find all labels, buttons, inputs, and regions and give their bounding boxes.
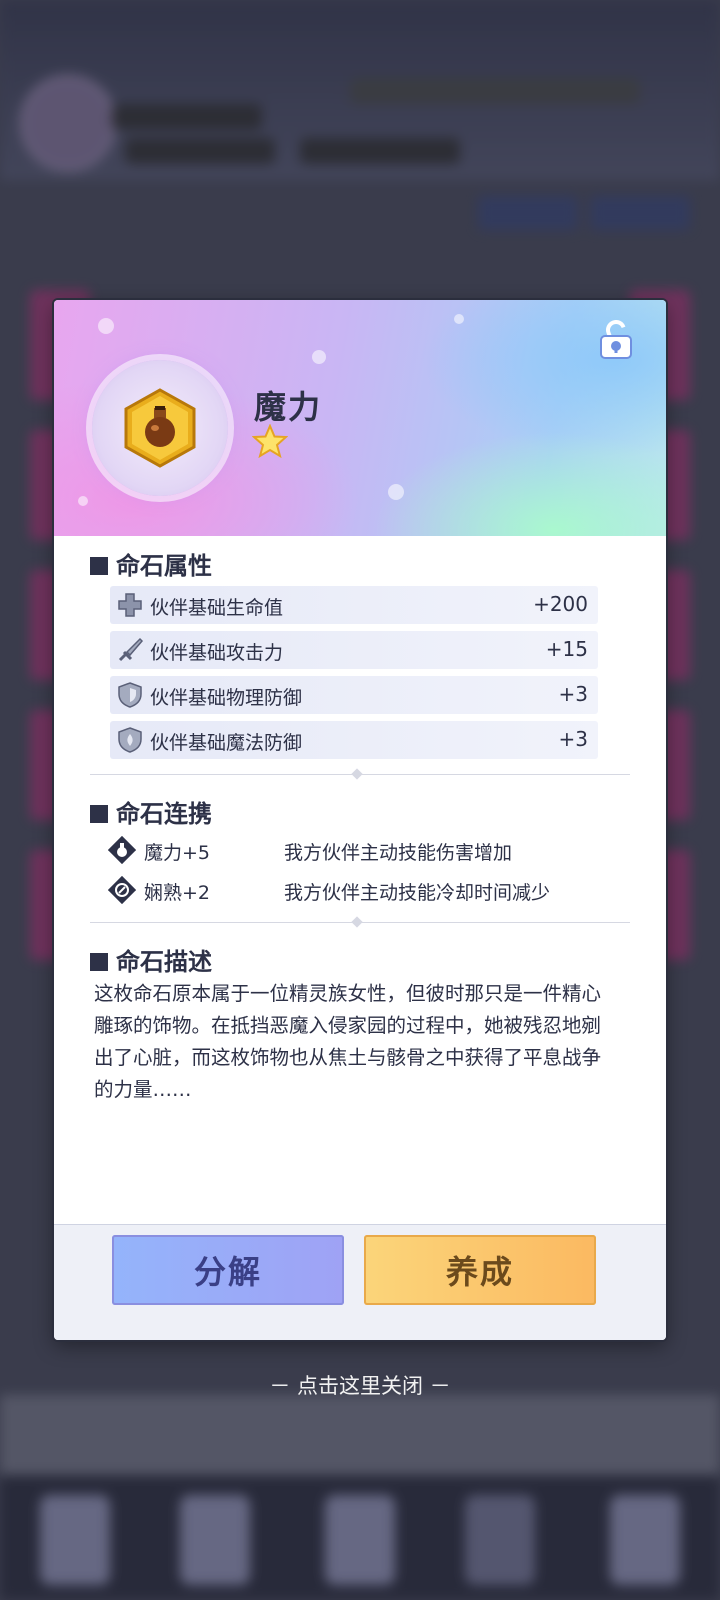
link-row: 娴熟+2 我方伙伴主动技能冷却时间减少 (108, 876, 628, 906)
attribute-value: +200 (533, 592, 588, 616)
attribute-row: 伙伴基础生命值 +200 (110, 586, 598, 624)
decoration-bubble (388, 484, 404, 500)
attribute-value: +3 (558, 682, 588, 706)
background-chip (478, 196, 578, 230)
dialog-footer: 分解 养成 (54, 1224, 666, 1340)
divider (90, 768, 630, 780)
section-links-label: 命石连携 (116, 799, 212, 828)
background-bar (125, 138, 275, 164)
decoration-bubble (312, 350, 326, 364)
link-name: 魔力+5 (144, 842, 211, 864)
potion-hexagon-icon (124, 388, 196, 468)
section-attributes-title: 命石属性 (90, 546, 212, 581)
attribute-row: 伙伴基础攻击力 +15 (110, 631, 598, 669)
background-bar (350, 78, 640, 104)
background-nav-button (40, 1495, 110, 1585)
section-description-title: 命石描述 (90, 942, 212, 977)
link-description: 我方伙伴主动技能伤害增加 (284, 842, 513, 864)
decoration-bubble (98, 318, 114, 334)
section-links-title: 命石连携 (90, 794, 212, 829)
plus-icon (118, 593, 142, 617)
unlock-icon[interactable] (598, 320, 634, 360)
sword-icon (118, 637, 144, 662)
attribute-row: 伙伴基础魔法防御 +3 (110, 721, 598, 759)
stone-emblem (92, 360, 228, 496)
background-chip (590, 196, 690, 230)
star-rating-icon (252, 424, 288, 458)
background-avatar (20, 75, 116, 171)
background-nav-button (465, 1495, 535, 1585)
decoration-bubble (78, 496, 88, 506)
attribute-label: 伙伴基础生命值 (150, 597, 284, 619)
stone-name: 魔力 (254, 388, 323, 426)
attribute-value: +3 (558, 727, 588, 751)
wrench-icon (108, 876, 136, 904)
attribute-value: +15 (545, 637, 588, 661)
section-attributes-label: 命石属性 (116, 551, 212, 580)
attribute-label: 伙伴基础物理防御 (150, 687, 303, 709)
section-marker (90, 953, 108, 971)
background-bar (112, 104, 262, 130)
background-nav-button (325, 1495, 395, 1585)
fate-stone-dialog: 魔力 命石属性 伙伴基础生命值 +200 伙伴基础攻击力 +15 伙伴基础物理防… (54, 300, 666, 1340)
section-marker (90, 557, 108, 575)
background-nav-button (180, 1495, 250, 1585)
link-description: 我方伙伴主动技能冷却时间减少 (284, 882, 551, 904)
attribute-label: 伙伴基础魔法防御 (150, 732, 303, 754)
decompose-button[interactable]: 分解 (112, 1235, 344, 1305)
shield-icon (118, 682, 142, 708)
divider (90, 916, 630, 928)
background-tabs (0, 1395, 720, 1475)
background-bar (300, 138, 460, 164)
close-hint[interactable]: － 点击这里关闭 － (0, 1370, 720, 1400)
decoration-bubble (454, 314, 464, 324)
develop-button[interactable]: 养成 (364, 1235, 596, 1305)
dialog-header: 魔力 (54, 300, 666, 536)
background-nav-button (610, 1495, 680, 1585)
section-marker (90, 805, 108, 823)
link-name: 娴熟+2 (144, 882, 211, 904)
attribute-label: 伙伴基础攻击力 (150, 642, 284, 664)
section-description-label: 命石描述 (116, 947, 212, 976)
attribute-row: 伙伴基础物理防御 +3 (110, 676, 598, 714)
link-row: 魔力+5 我方伙伴主动技能伤害增加 (108, 836, 628, 866)
magic-shield-icon (118, 727, 142, 753)
stone-description: 这枚命石原本属于一位精灵族女性，但彼时那只是一件精心雕琢的饰物。在抵挡恶魔入侵家… (94, 982, 602, 1101)
potion-icon (108, 836, 136, 864)
